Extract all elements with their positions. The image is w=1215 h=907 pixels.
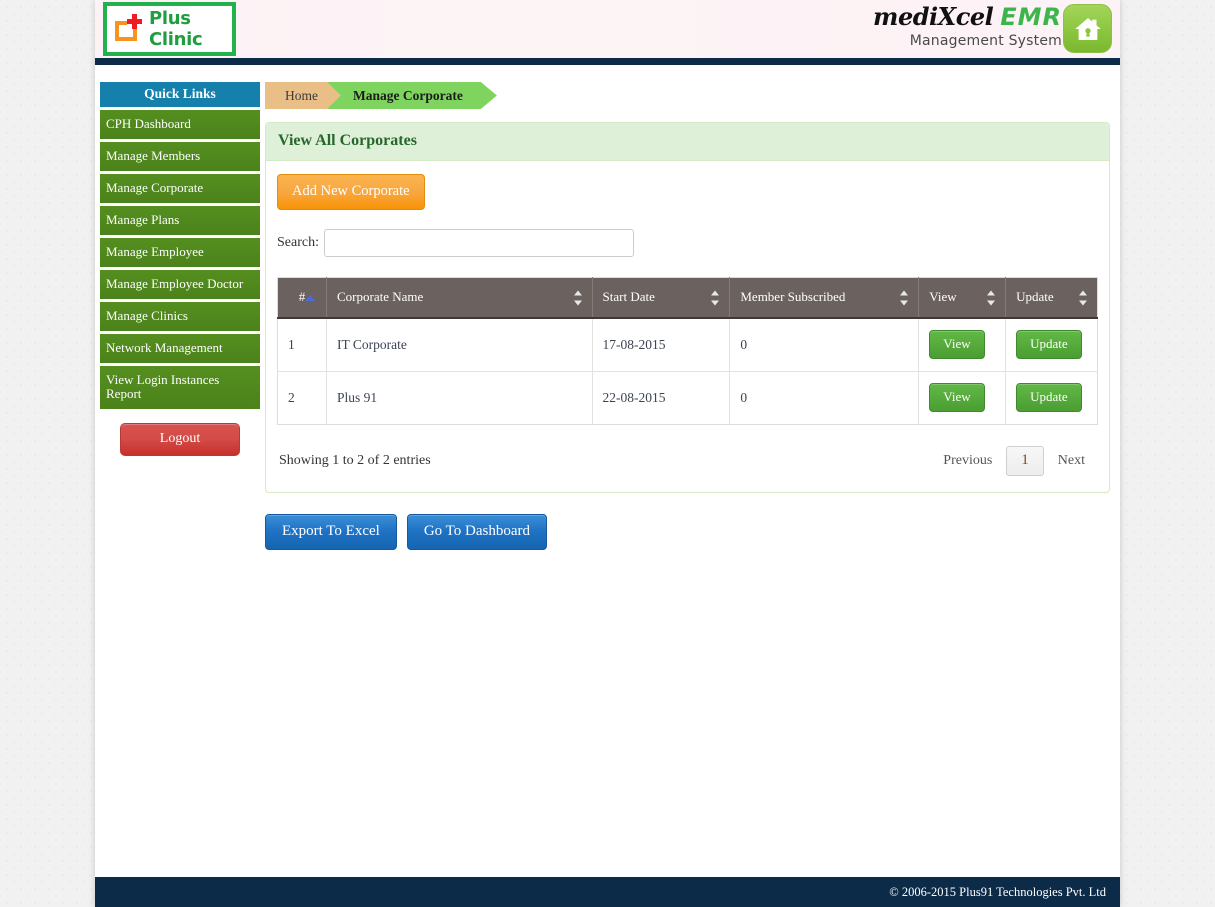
breadcrumb-current-label: Manage Corporate	[353, 87, 463, 103]
sort-ascending-icon	[305, 294, 315, 301]
column-header-number[interactable]: #	[277, 277, 328, 319]
view-button[interactable]: View	[929, 383, 985, 412]
table-row: 1 IT Corporate 17-08-2015 0 View Update	[277, 318, 1098, 372]
home-house-keyhole-icon	[1074, 17, 1101, 40]
pagination-previous[interactable]: Previous	[932, 453, 1003, 469]
sort-both-icon	[573, 290, 583, 305]
column-header-member-subscribed[interactable]: Member Subscribed	[729, 277, 920, 319]
cell-corporate-name: IT Corporate	[326, 318, 593, 372]
go-to-dashboard-button[interactable]: Go To Dashboard	[406, 514, 547, 550]
breadcrumb-home-label: Home	[285, 87, 318, 103]
sidebar-item-manage-members[interactable]: Manage Members	[100, 142, 260, 171]
brand-title: mediXcel EMR	[812, 4, 1062, 31]
sidebar-title: Quick Links	[100, 82, 260, 107]
table-footer: Showing 1 to 2 of 2 entries Previous 1 N…	[277, 446, 1098, 478]
brand-block: mediXcel EMR Management System	[812, 4, 1062, 50]
brand-suffix: EMR	[1000, 3, 1062, 31]
brand-tagline: Management System	[909, 33, 1062, 49]
search-input[interactable]	[323, 229, 634, 257]
column-label: Start Date	[602, 289, 655, 304]
entries-info: Showing 1 to 2 of 2 entries	[279, 453, 431, 468]
sort-both-icon	[900, 290, 909, 305]
brand-name: mediXcel	[873, 2, 994, 31]
cell-view: View	[918, 318, 1007, 372]
cell-update: Update	[1005, 318, 1098, 372]
sidebar-item-label: Manage Employee Doctor	[106, 276, 244, 291]
view-button[interactable]: View	[929, 330, 985, 359]
site-footer: © 2006-2015 Plus91 Technologies Pvt. Ltd	[95, 877, 1120, 907]
header-spacer	[95, 65, 1120, 73]
site-header: Plus Clinic mediXcel EMR Management Syste…	[95, 0, 1120, 58]
sidebar-item-label: Manage Employee	[106, 244, 204, 259]
cell-member-subscribed: 0	[729, 318, 920, 372]
table-header-row: # Corporate Name Start Date Member Subsc…	[277, 277, 1098, 319]
search-row: Search:	[277, 229, 1098, 257]
logout-button[interactable]: Logout	[120, 423, 240, 456]
breadcrumb-item-manage-corporate[interactable]: Manage Corporate	[327, 82, 497, 109]
export-to-excel-button[interactable]: Export To Excel	[265, 514, 397, 550]
plus-clinic-cross-icon	[113, 14, 147, 44]
corporates-table: # Corporate Name Start Date Member Subsc…	[277, 277, 1098, 425]
table-row: 2 Plus 91 22-08-2015 0 View Update	[277, 371, 1098, 425]
sidebar-item-manage-plans[interactable]: Manage Plans	[100, 206, 260, 235]
sidebar-item-label: Manage Clinics	[106, 308, 188, 323]
cell-number: 2	[277, 371, 328, 425]
pagination: Previous 1 Next	[932, 446, 1096, 476]
sidebar-item-label: View Login Instances Report	[106, 372, 220, 401]
column-header-update[interactable]: Update	[1005, 277, 1098, 319]
panel: View All Corporates Add New Corporate Se…	[265, 122, 1110, 493]
sidebar-item-view-login-instances-report[interactable]: View Login Instances Report	[100, 366, 260, 409]
sort-both-icon	[987, 290, 996, 305]
column-label: View	[929, 289, 957, 304]
logout-wrap: Logout	[100, 423, 260, 456]
sidebar: Quick Links CPH Dashboard Manage Members…	[100, 82, 260, 456]
main-content: Home Manage Corporate View All Corporate…	[265, 82, 1110, 550]
add-new-corporate-button[interactable]: Add New Corporate	[277, 174, 425, 210]
sidebar-item-label: CPH Dashboard	[106, 116, 191, 131]
cell-start-date: 17-08-2015	[592, 318, 731, 372]
column-header-corporate-name[interactable]: Corporate Name	[326, 277, 593, 319]
column-header-start-date[interactable]: Start Date	[592, 277, 731, 319]
cell-number: 1	[277, 318, 328, 372]
bottom-actions: Export To Excel Go To Dashboard	[265, 514, 1110, 550]
column-label: Member Subscribed	[740, 289, 846, 304]
sidebar-item-label: Network Management	[106, 340, 223, 355]
search-label: Search:	[277, 235, 319, 250]
breadcrumb: Home Manage Corporate	[265, 82, 1110, 109]
cell-start-date: 22-08-2015	[592, 371, 731, 425]
home-icon[interactable]	[1063, 4, 1112, 53]
column-label: Corporate Name	[337, 289, 424, 304]
sidebar-item-manage-employee-doctor[interactable]: Manage Employee Doctor	[100, 270, 260, 299]
update-button[interactable]: Update	[1016, 383, 1082, 412]
cell-corporate-name: Plus 91	[326, 371, 593, 425]
page-title: View All Corporates	[266, 123, 1109, 161]
sidebar-item-label: Manage Members	[106, 148, 201, 163]
sidebar-item-cph-dashboard[interactable]: CPH Dashboard	[100, 110, 260, 139]
copyright-text: © 2006-2015 Plus91 Technologies Pvt. Ltd	[889, 884, 1106, 899]
plus-clinic-logo[interactable]: Plus Clinic	[103, 2, 236, 56]
header-divider-bar	[95, 58, 1120, 65]
page-container: Plus Clinic mediXcel EMR Management Syste…	[95, 0, 1120, 907]
column-header-view[interactable]: View	[918, 277, 1007, 319]
sidebar-item-manage-corporate[interactable]: Manage Corporate	[100, 174, 260, 203]
cell-view: View	[918, 371, 1007, 425]
pagination-next[interactable]: Next	[1047, 453, 1096, 469]
sidebar-item-label: Manage Plans	[106, 212, 180, 227]
logo-text: Plus Clinic	[149, 8, 203, 50]
update-button[interactable]: Update	[1016, 330, 1082, 359]
cell-member-subscribed: 0	[729, 371, 920, 425]
sidebar-item-manage-clinics[interactable]: Manage Clinics	[100, 302, 260, 331]
panel-body: Add New Corporate Search: # Corporate Na…	[266, 161, 1109, 492]
sort-both-icon	[711, 290, 720, 305]
sidebar-item-manage-employee[interactable]: Manage Employee	[100, 238, 260, 267]
sidebar-item-label: Manage Corporate	[106, 180, 204, 195]
body-area: Quick Links CPH Dashboard Manage Members…	[95, 73, 1120, 885]
column-label: Update	[1016, 289, 1054, 304]
sidebar-item-network-management[interactable]: Network Management	[100, 334, 260, 363]
sort-both-icon	[1079, 290, 1088, 305]
cell-update: Update	[1006, 372, 1098, 425]
pagination-page-1[interactable]: 1	[1006, 446, 1044, 476]
